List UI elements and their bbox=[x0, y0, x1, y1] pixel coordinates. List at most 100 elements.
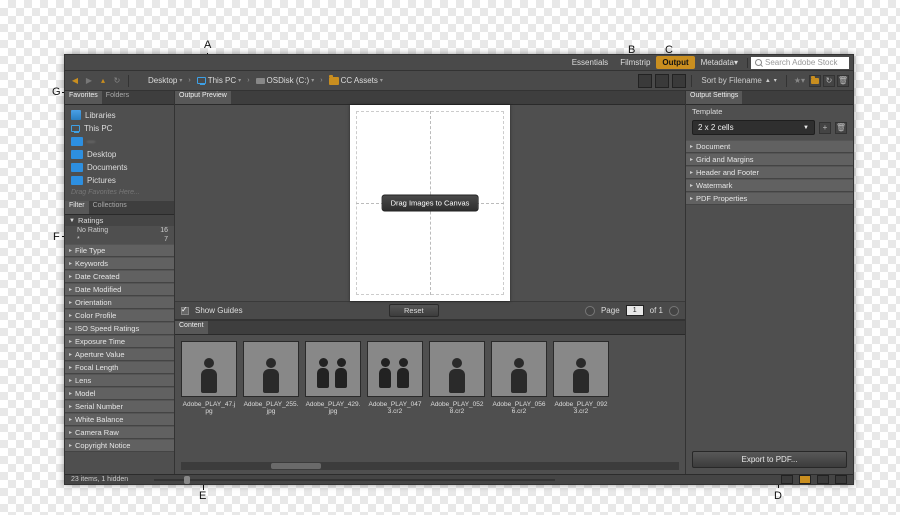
nav-up-button[interactable]: ▴ bbox=[97, 75, 109, 87]
acc-orientation[interactable]: ▸Orientation bbox=[65, 296, 174, 309]
acc-colorprofile[interactable]: ▸Color Profile bbox=[65, 309, 174, 322]
filter-star-button[interactable]: ★▾ bbox=[792, 76, 807, 85]
callout-f: F bbox=[53, 231, 60, 243]
breadcrumb-thispc[interactable]: This PC▾ bbox=[194, 76, 244, 85]
callout-a: A bbox=[204, 39, 211, 51]
workspace-metadata[interactable]: Metadata▾ bbox=[695, 56, 744, 69]
page-input[interactable] bbox=[626, 305, 644, 316]
fav-pictures[interactable]: Pictures bbox=[67, 174, 172, 187]
breadcrumb-ccassets[interactable]: CC Assets▾ bbox=[326, 76, 386, 85]
acc-header-footer[interactable]: ▸Header and Footer bbox=[686, 166, 853, 179]
reset-button[interactable]: Reset bbox=[389, 304, 439, 317]
template-dropdown[interactable]: 2 x 2 cells ▼ bbox=[692, 120, 815, 135]
view-mode-2-button[interactable] bbox=[655, 74, 669, 88]
breadcrumb-desktop[interactable]: Desktop▾ bbox=[134, 76, 185, 85]
left-column: Favorites Folders Libraries This PC — De… bbox=[65, 91, 175, 474]
trash-button[interactable]: 🗑 bbox=[837, 75, 849, 87]
thumbnail[interactable]: Adobe_PLAY_0473.cr2 bbox=[367, 341, 423, 456]
nav-forward-button[interactable]: ▶ bbox=[83, 75, 95, 87]
right-column: Output Settings Template 2 x 2 cells ▼ +… bbox=[685, 91, 853, 474]
thumbnail-strip: Adobe_PLAY_47.jpg Adobe_PLAY_255.jpg Ado… bbox=[175, 335, 685, 462]
pc-icon bbox=[197, 77, 206, 84]
view-4-button[interactable] bbox=[835, 475, 847, 484]
acc-datemodified[interactable]: ▸Date Modified bbox=[65, 283, 174, 296]
view-mode-3-button[interactable] bbox=[672, 74, 686, 88]
nav-recent-button[interactable]: ↻ bbox=[111, 75, 123, 87]
page-prev-button[interactable] bbox=[585, 306, 595, 316]
tab-filter[interactable]: Filter bbox=[65, 201, 89, 214]
acc-document[interactable]: ▸Document bbox=[686, 140, 853, 153]
preview-canvas[interactable]: Drag Images to Canvas bbox=[350, 105, 510, 301]
content-scrollbar[interactable] bbox=[181, 462, 679, 470]
thumbnail[interactable]: Adobe_PLAY_0528.cr2 bbox=[429, 341, 485, 456]
thumbnail[interactable]: Adobe_PLAY_0923.cr2 bbox=[553, 341, 609, 456]
export-pdf-button[interactable]: Export to PDF... bbox=[692, 451, 847, 468]
fav-libraries[interactable]: Libraries bbox=[67, 108, 172, 122]
tab-output-preview[interactable]: Output Preview bbox=[175, 91, 231, 104]
thumbnail[interactable]: Adobe_PLAY_429.jpg bbox=[305, 341, 361, 456]
fav-desktop[interactable]: Desktop bbox=[67, 148, 172, 161]
acc-serial[interactable]: ▸Serial Number bbox=[65, 400, 174, 413]
scrollbar-thumb[interactable] bbox=[271, 463, 321, 469]
workspace-output[interactable]: Output bbox=[656, 56, 694, 69]
status-bar: 23 items, 1 hidden bbox=[65, 474, 853, 484]
fav-user[interactable]: — bbox=[67, 135, 172, 148]
acc-copyright[interactable]: ▸Copyright Notice bbox=[65, 439, 174, 452]
workspace-filmstrip[interactable]: Filmstrip bbox=[614, 56, 656, 69]
view-3-button[interactable] bbox=[817, 475, 829, 484]
thumb-size-slider[interactable] bbox=[154, 479, 555, 481]
acc-pdfprops[interactable]: ▸PDF Properties bbox=[686, 192, 853, 205]
show-guides-checkbox[interactable] bbox=[181, 307, 189, 315]
rotate-button[interactable]: ↻ bbox=[823, 75, 835, 87]
acc-grid[interactable]: ▸Grid and Margins bbox=[686, 153, 853, 166]
nav-back-button[interactable]: ◀ bbox=[69, 75, 81, 87]
view-mode-1-button[interactable] bbox=[638, 74, 652, 88]
tab-output-settings[interactable]: Output Settings bbox=[686, 91, 742, 104]
stock-search[interactable]: Search Adobe Stock bbox=[751, 57, 849, 69]
canvas-area[interactable]: Drag Images to Canvas bbox=[175, 105, 685, 301]
view-1-button[interactable] bbox=[781, 475, 793, 484]
template-label: Template bbox=[686, 105, 853, 118]
disk-icon bbox=[256, 78, 265, 84]
acc-keywords[interactable]: ▸Keywords bbox=[65, 257, 174, 270]
workspace-essentials[interactable]: Essentials bbox=[566, 56, 614, 69]
tab-favorites[interactable]: Favorites bbox=[65, 91, 102, 104]
content-panel: Content Adobe_PLAY_47.jpg Adobe_PLAY_255… bbox=[175, 321, 685, 474]
chevron-down-icon: ▼ bbox=[803, 125, 809, 131]
acc-datecreated[interactable]: ▸Date Created bbox=[65, 270, 174, 283]
fav-thispc[interactable]: This PC bbox=[67, 122, 172, 135]
acc-model[interactable]: ▸Model bbox=[65, 387, 174, 400]
thumbnail[interactable]: Adobe_PLAY_255.jpg bbox=[243, 341, 299, 456]
delete-template-button[interactable]: 🗑 bbox=[835, 122, 847, 134]
sort-dropdown[interactable]: Sort by Filename ▲▾ bbox=[697, 76, 780, 85]
acc-iso[interactable]: ▸ISO Speed Ratings bbox=[65, 322, 174, 335]
thumbnail[interactable]: Adobe_PLAY_47.jpg bbox=[181, 341, 237, 456]
acc-whitebalance[interactable]: ▸White Balance bbox=[65, 413, 174, 426]
fav-documents[interactable]: Documents bbox=[67, 161, 172, 174]
page-next-button[interactable] bbox=[669, 306, 679, 316]
acc-filetype[interactable]: ▸File Type bbox=[65, 244, 174, 257]
breadcrumb-osdisk[interactable]: OSDisk (C:)▾ bbox=[253, 76, 318, 85]
chevron-icon: › bbox=[319, 77, 323, 84]
tab-content[interactable]: Content bbox=[175, 321, 208, 334]
tab-collections[interactable]: Collections bbox=[89, 201, 131, 214]
acc-cameraraw[interactable]: ▸Camera Raw bbox=[65, 426, 174, 439]
acc-exposure[interactable]: ▸Exposure Time bbox=[65, 335, 174, 348]
thumbnail[interactable]: Adobe_PLAY_0566.cr2 bbox=[491, 341, 547, 456]
slider-thumb[interactable] bbox=[184, 476, 190, 484]
rating-none[interactable]: No Rating16 bbox=[65, 226, 174, 235]
add-template-button[interactable]: + bbox=[819, 122, 831, 134]
rating-1star[interactable]: *7 bbox=[65, 235, 174, 244]
ratings-header[interactable]: ▼Ratings bbox=[65, 215, 174, 226]
folder-icon bbox=[71, 163, 83, 172]
acc-focallength[interactable]: ▸Focal Length bbox=[65, 361, 174, 374]
acc-watermark[interactable]: ▸Watermark bbox=[686, 179, 853, 192]
new-folder-button[interactable] bbox=[809, 75, 821, 87]
desktop-icon bbox=[137, 77, 146, 84]
acc-aperture[interactable]: ▸Aperture Value bbox=[65, 348, 174, 361]
chevron-icon: › bbox=[187, 77, 191, 84]
tab-folders[interactable]: Folders bbox=[102, 91, 133, 104]
view-2-button[interactable] bbox=[799, 475, 811, 484]
favorites-list: Libraries This PC — Desktop Documents Pi… bbox=[65, 105, 174, 201]
acc-lens[interactable]: ▸Lens bbox=[65, 374, 174, 387]
